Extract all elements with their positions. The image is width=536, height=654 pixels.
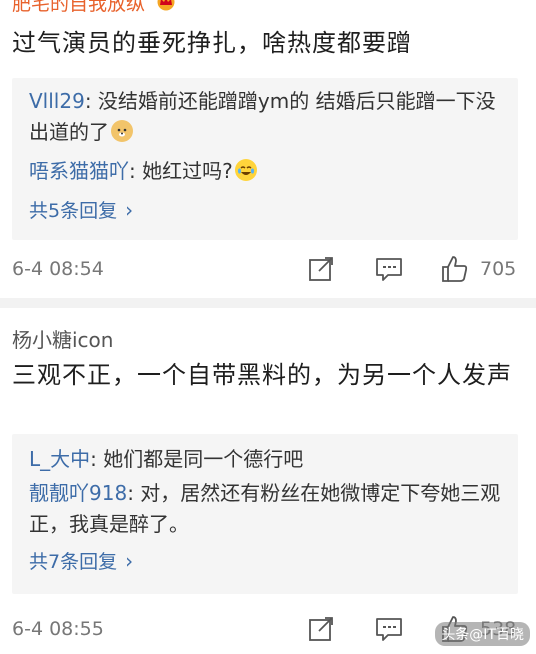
comment-card: 杨小糖icon 三观不正，一个自带黑料的，为另一个人发声 L_大中: 她们都是同… bbox=[0, 308, 536, 654]
username-text[interactable]: 肥宅的自我放纵 bbox=[12, 0, 145, 15]
view-more-replies-link[interactable]: 共5条回复 › bbox=[29, 196, 133, 223]
like-count: 705 bbox=[480, 258, 517, 280]
reply-separator: : bbox=[84, 89, 98, 113]
comment-icon[interactable] bbox=[374, 614, 404, 644]
comment-icon[interactable] bbox=[374, 254, 404, 284]
comment-card: 肥宅的自我放纵 过气演员的垂死挣扎，啥热度都要蹭 Vlll29: 没结婚前还能蹭… bbox=[0, 0, 536, 298]
watermark: 头条@IT百晓 bbox=[435, 622, 530, 646]
reply-text: 没结婚前还能蹭蹭ym的 结婚后只能蹭一下没出道的了 bbox=[29, 89, 496, 144]
username-text[interactable]: 杨小糖icon bbox=[12, 328, 113, 352]
more-replies-label[interactable]: 共7条回复 bbox=[29, 551, 117, 573]
comment-footer: 6-4 08:54 705 bbox=[0, 252, 536, 292]
reply-author[interactable]: L_大中 bbox=[29, 447, 90, 471]
reply-text: 她红过吗? bbox=[142, 159, 233, 183]
reply-box[interactable]: L_大中: 她们都是同一个德行吧 靓靓吖918: 对，居然还有粉丝在她微博定下夸… bbox=[12, 434, 518, 594]
card-divider bbox=[0, 298, 536, 308]
reply-separator: : bbox=[127, 481, 141, 505]
comment-timestamp: 6-4 08:54 bbox=[12, 258, 104, 280]
doge-emoji-icon bbox=[111, 120, 133, 142]
reply-item[interactable]: 唔系猫猫吖: 她红过吗? bbox=[29, 156, 509, 187]
crown-icon bbox=[157, 0, 175, 11]
laugh-cry-emoji-icon bbox=[234, 159, 257, 181]
thumbs-up-icon[interactable] bbox=[440, 254, 470, 284]
reply-box[interactable]: Vlll29: 没结婚前还能蹭蹭ym的 结婚后只能蹭一下没出道的了 唔系猫猫吖:… bbox=[12, 78, 518, 240]
chevron-right-icon: › bbox=[125, 549, 134, 573]
reply-separator: : bbox=[90, 447, 104, 471]
reply-author[interactable]: 靓靓吖918 bbox=[29, 481, 127, 505]
share-icon[interactable] bbox=[306, 254, 336, 284]
comment-content: 三观不正，一个自带黑料的，为另一个人发声 bbox=[12, 361, 512, 389]
reply-item[interactable]: Vlll29: 没结婚前还能蹭蹭ym的 结婚后只能蹭一下没出道的了 bbox=[29, 86, 509, 148]
reply-item[interactable]: L_大中: 她们都是同一个德行吧 bbox=[29, 444, 509, 475]
chevron-right-icon: › bbox=[125, 198, 134, 222]
comment-timestamp: 6-4 08:55 bbox=[12, 618, 104, 640]
more-replies-label[interactable]: 共5条回复 bbox=[29, 200, 117, 222]
reply-author[interactable]: Vlll29 bbox=[29, 89, 85, 113]
reply-author[interactable]: 唔系猫猫吖 bbox=[29, 159, 129, 183]
reply-text: 她们都是同一个德行吧 bbox=[103, 447, 304, 471]
share-icon[interactable] bbox=[306, 614, 336, 644]
reply-item[interactable]: 靓靓吖918: 对，居然还有粉丝在她微博定下夸她三观正，我真是醉了。 bbox=[29, 478, 509, 540]
comment-content: 过气演员的垂死挣扎，啥热度都要蹭 bbox=[12, 29, 412, 57]
comment-username[interactable]: 杨小糖icon bbox=[12, 324, 113, 353]
view-more-replies-link[interactable]: 共7条回复 › bbox=[29, 547, 133, 574]
comment-username[interactable]: 肥宅的自我放纵 bbox=[12, 0, 177, 16]
reply-separator: : bbox=[129, 159, 143, 183]
